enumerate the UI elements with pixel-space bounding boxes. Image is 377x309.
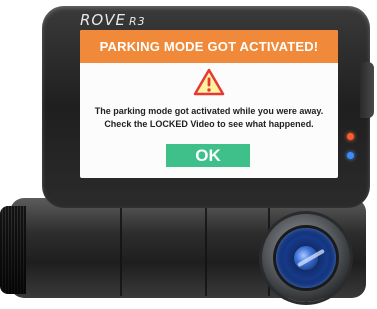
barrel-ridges <box>0 206 26 294</box>
ok-button[interactable]: OK <box>166 144 250 167</box>
status-led-blue-icon <box>347 152 354 159</box>
message-line-2: Check the LOCKED Video to see what happe… <box>104 119 314 129</box>
device-screen: PARKING MODE GOT ACTIVATED! The parking … <box>80 30 338 178</box>
message-line-1: The parking mode got activated while you… <box>94 106 324 116</box>
status-led-red-icon <box>347 133 354 140</box>
brand-logo: ROVE R3 <box>80 11 146 29</box>
dialog-title: PARKING MODE GOT ACTIVATED! <box>80 30 338 63</box>
side-button[interactable] <box>360 62 374 118</box>
model-name: R3 <box>128 15 146 28</box>
camera-lens-icon <box>262 214 350 302</box>
barrel-seam <box>120 200 122 296</box>
brand-name: ROVE <box>80 11 126 29</box>
warning-icon <box>193 68 225 96</box>
lens-glass <box>276 228 336 288</box>
barrel-seam <box>205 200 207 296</box>
dialog-message: The parking mode got activated while you… <box>86 105 332 131</box>
